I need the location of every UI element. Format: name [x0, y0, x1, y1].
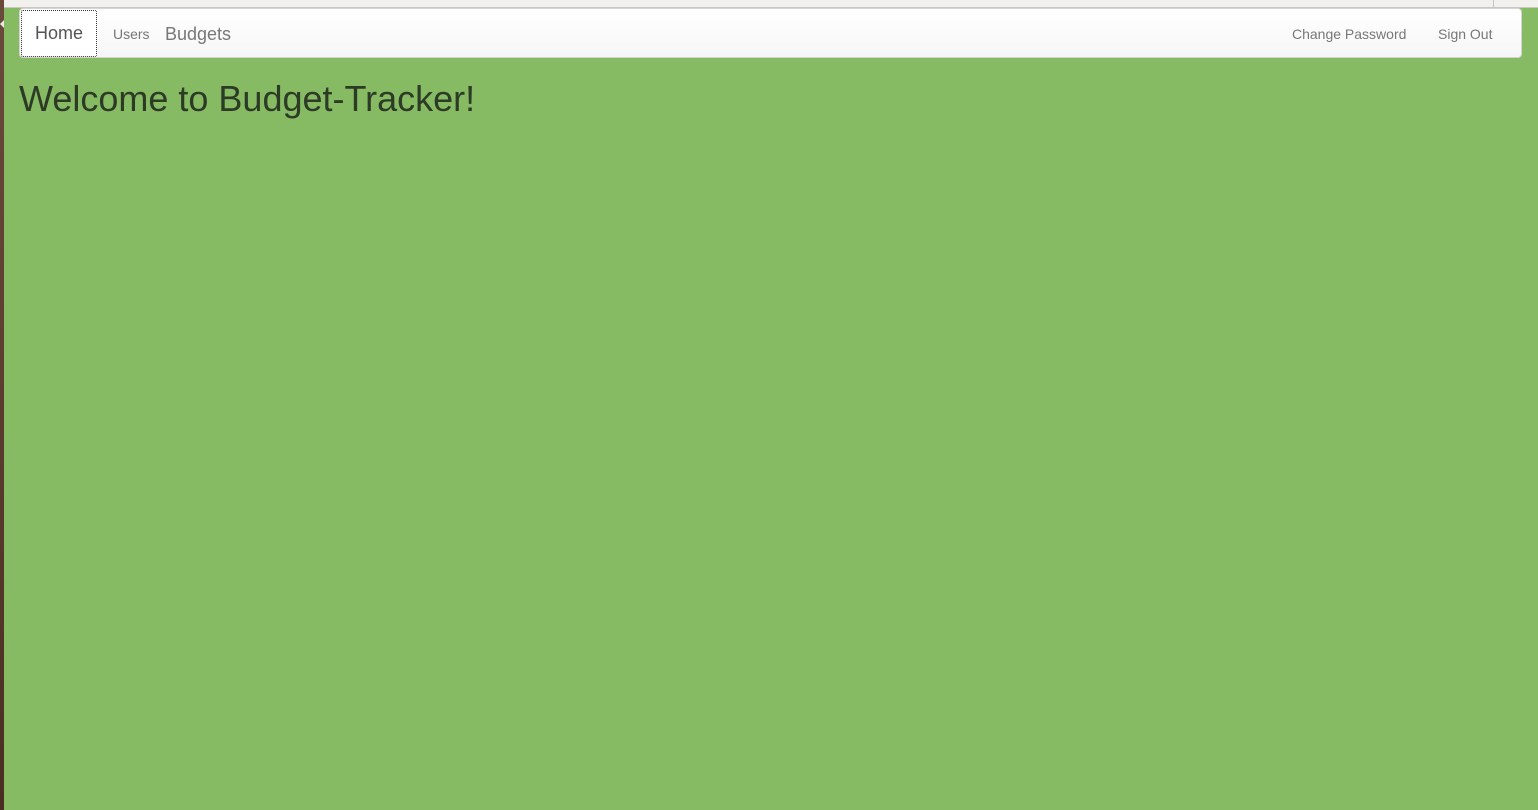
browser-chrome-edge	[4, 0, 1538, 8]
nav-sign-out-link[interactable]: Sign Out	[1438, 9, 1492, 57]
nav-users-link[interactable]: Users	[113, 9, 150, 57]
page-body: Home Users Budgets Change Password Sign …	[4, 0, 1538, 810]
nav-budgets-link[interactable]: Budgets	[165, 9, 231, 57]
chrome-divider	[1493, 0, 1494, 7]
page-title: Welcome to Budget-Tracker!	[19, 78, 476, 119]
nav-home-link[interactable]: Home	[21, 10, 97, 57]
nav-change-password-link[interactable]: Change Password	[1292, 9, 1406, 57]
top-navbar: Home Users Budgets Change Password Sign …	[19, 8, 1522, 58]
